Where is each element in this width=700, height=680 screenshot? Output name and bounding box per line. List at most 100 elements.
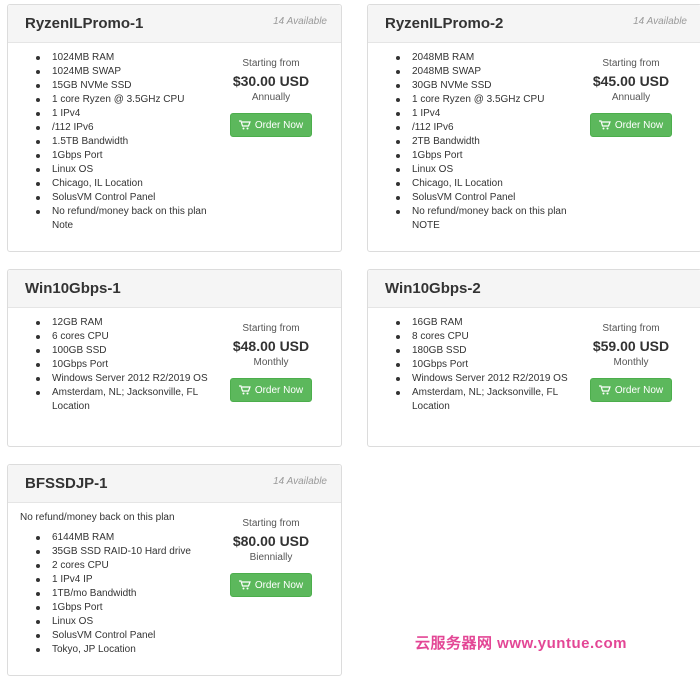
feature-item: 30GB NVMe SSD [394,79,569,93]
order-now-button[interactable]: Order Now [230,573,312,597]
plan-card-win10gbps-2: Win10Gbps-2 16GB RAM 8 cores CPU 180GB S… [367,269,700,447]
availability-label: 14 Available [273,16,327,27]
feature-item: 35GB SSD RAID-10 Hard drive [34,545,209,559]
feature-item: 2048MB RAM [394,51,569,65]
feature-item: 1 core Ryzen @ 3.5GHz CPU [394,93,569,107]
plan-title: RyzenILPromo-1 [25,15,144,32]
shopping-cart-icon [238,120,251,130]
feature-item: 6 cores CPU [34,330,209,344]
plan-card-header: Win10Gbps-2 [368,270,700,308]
plan-title: Win10Gbps-2 [385,280,481,297]
feature-list: 1024MB RAM 1024MB SWAP 15GB NVMe SSD 1 c… [34,51,209,233]
order-now-button[interactable]: Order Now [230,378,312,402]
plan-card-bfssdjp-1: BFSSDJP-1 14 Available No refund/money b… [7,464,342,676]
price-box: Starting from $48.00 USD Monthly Order N… [201,322,341,402]
order-now-label: Order Now [254,119,304,131]
order-now-label: Order Now [614,384,664,396]
plan-card-header: RyzenILPromo-2 14 Available [368,5,700,43]
feature-item: 6144MB RAM [34,531,209,545]
price-amount: $80.00 USD [232,533,310,549]
feature-item: 16GB RAM [394,316,569,330]
price-box: Starting from $45.00 USD Annually Order … [561,57,700,137]
feature-item: 2TB Bandwidth [394,135,569,149]
feature-item: 100GB SSD [34,344,209,358]
shopping-cart-icon [238,580,251,590]
price-box: Starting from $30.00 USD Annually Order … [201,57,341,137]
order-now-button[interactable]: Order Now [230,113,312,137]
order-now-button[interactable]: Order Now [590,378,672,402]
price-amount: $45.00 USD [592,73,670,89]
feature-item: No refund/money back on this plan NOTE [394,205,569,233]
price-label: Starting from [242,58,300,69]
price-amount: $48.00 USD [232,338,310,354]
plan-title: BFSSDJP-1 [25,475,108,492]
plan-card-header: BFSSDJP-1 14 Available [8,465,341,503]
order-now-label: Order Now [614,119,664,131]
feature-item: Chicago, IL Location [34,177,209,191]
feature-item: Linux OS [394,163,569,177]
feature-item: 1 IPv4 [394,107,569,121]
feature-list: 16GB RAM 8 cores CPU 180GB SSD 10Gbps Po… [394,316,569,414]
plan-card-ryzenilpromo-2: RyzenILPromo-2 14 Available 2048MB RAM 2… [367,4,700,252]
feature-list: 2048MB RAM 2048MB SWAP 30GB NVMe SSD 1 c… [394,51,569,233]
billing-cycle: Monthly [253,357,289,368]
feature-item: Windows Server 2012 R2/2019 OS [34,372,209,386]
availability-label: 14 Available [273,476,327,487]
feature-item: 2048MB SWAP [394,65,569,79]
billing-cycle: Biennially [249,552,293,563]
feature-item: Linux OS [34,163,209,177]
feature-list: 6144MB RAM 35GB SSD RAID-10 Hard drive 2… [34,531,209,657]
feature-item: 8 cores CPU [394,330,569,344]
plan-title: RyzenILPromo-2 [385,15,504,32]
price-amount: $59.00 USD [592,338,670,354]
feature-item: 1TB/mo Bandwidth [34,587,209,601]
feature-item: 1 IPv4 [34,107,209,121]
feature-item: 1024MB SWAP [34,65,209,79]
price-label: Starting from [602,58,660,69]
order-now-button[interactable]: Order Now [590,113,672,137]
feature-item: 10Gbps Port [34,358,209,372]
plan-note: No refund/money back on this plan [20,512,175,523]
shopping-cart-icon [598,385,611,395]
feature-item: 1Gbps Port [34,601,209,615]
feature-item: SolusVM Control Panel [34,629,209,643]
feature-item: SolusVM Control Panel [394,191,569,205]
feature-item: Amsterdam, NL; Jacksonville, FL Location [394,386,569,414]
feature-item: No refund/money back on this plan Note [34,205,209,233]
billing-cycle: Annually [611,92,651,103]
billing-cycle: Annually [251,92,291,103]
order-now-label: Order Now [254,384,304,396]
feature-item: Linux OS [34,615,209,629]
feature-item: 1Gbps Port [394,149,569,163]
availability-label: 14 Available [633,16,687,27]
feature-item: 10Gbps Port [394,358,569,372]
feature-item: Windows Server 2012 R2/2019 OS [394,372,569,386]
plan-card-header: Win10Gbps-1 [8,270,341,308]
order-now-label: Order Now [254,579,304,591]
price-label: Starting from [242,518,300,529]
feature-list: 12GB RAM 6 cores CPU 100GB SSD 10Gbps Po… [34,316,209,414]
plan-card-header: RyzenILPromo-1 14 Available [8,5,341,43]
feature-item: Chicago, IL Location [394,177,569,191]
price-box: Starting from $59.00 USD Monthly Order N… [561,322,700,402]
plan-card-ryzenilpromo-1: RyzenILPromo-1 14 Available 1024MB RAM 1… [7,4,342,252]
plan-title: Win10Gbps-1 [25,280,121,297]
feature-item: 1.5TB Bandwidth [34,135,209,149]
feature-item: 15GB NVMe SSD [34,79,209,93]
feature-item: 1Gbps Port [34,149,209,163]
plan-card-win10gbps-1: Win10Gbps-1 12GB RAM 6 cores CPU 100GB S… [7,269,342,447]
price-label: Starting from [242,323,300,334]
feature-item: 1 core Ryzen @ 3.5GHz CPU [34,93,209,107]
feature-item: /112 IPv6 [34,121,209,135]
price-label: Starting from [602,323,660,334]
watermark-text: 云服务器网 www.yuntue.com [415,635,627,652]
billing-cycle: Monthly [613,357,649,368]
feature-item: 2 cores CPU [34,559,209,573]
feature-item: SolusVM Control Panel [34,191,209,205]
feature-item: 12GB RAM [34,316,209,330]
feature-item: /112 IPv6 [394,121,569,135]
shopping-cart-icon [598,120,611,130]
feature-item: Amsterdam, NL; Jacksonville, FL Location [34,386,209,414]
feature-item: 180GB SSD [394,344,569,358]
feature-item: Tokyo, JP Location [34,643,209,657]
